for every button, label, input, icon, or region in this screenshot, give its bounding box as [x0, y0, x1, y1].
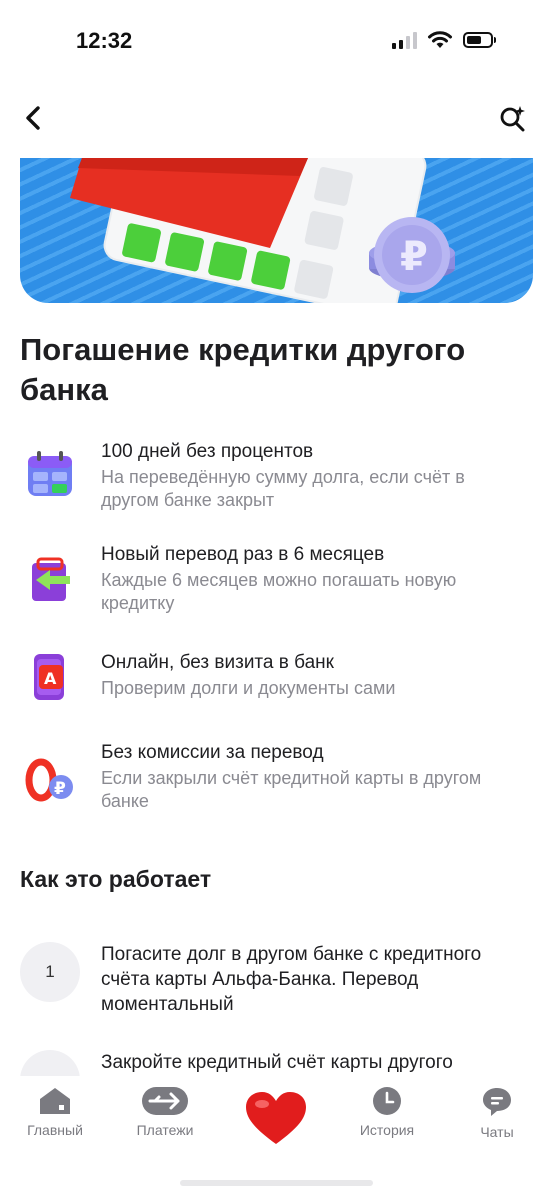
step-text: Погасите долг в другом банке с кредитног… [101, 944, 482, 1015]
feature-description: Если закрыли счёт кредитной карты в друг… [101, 768, 482, 811]
status-bar: 12:32 [0, 0, 553, 80]
search-sparkle-icon [500, 106, 525, 132]
wifi-icon [428, 31, 452, 48]
step-text: Закройте кредитный счёт карты другого [101, 1052, 453, 1073]
feature-description: На переведённую сумму долга, если счёт в… [101, 467, 465, 510]
tab-payments[interactable]: Платежи [115, 1086, 215, 1138]
transfer-icon [142, 1087, 188, 1115]
tab-chats[interactable]: Чаты [447, 1086, 547, 1140]
tab-history[interactable]: История [337, 1086, 437, 1138]
calendar-icon [28, 451, 72, 496]
tab-label: Платежи [136, 1122, 194, 1138]
section-title: Как это работает [20, 866, 212, 892]
heart-icon [246, 1092, 306, 1144]
page-title: Погашение кредитки другого банка [20, 332, 466, 407]
tab-home[interactable]: Главный [5, 1086, 105, 1138]
svg-text:₽: ₽ [400, 234, 428, 280]
tab-favorites[interactable] [226, 1090, 326, 1146]
promo-banner: ₽ [20, 158, 533, 303]
feature-description: Каждые 6 месяцев можно погашать новую кр… [101, 570, 457, 613]
status-icons [392, 30, 496, 50]
credit-card-and-ruble-coin-illustration: ₽ [70, 158, 455, 303]
battery-icon [463, 32, 496, 48]
tab-label: Главный [27, 1122, 83, 1138]
feature-title: 100 дней без процентов [101, 441, 314, 462]
cellular-signal-icon [392, 31, 417, 49]
chevron-left-icon [26, 106, 40, 130]
status-time: 12:32 [76, 28, 133, 53]
home-icon [40, 1088, 70, 1114]
svg-text:₽: ₽ [54, 779, 66, 799]
back-button[interactable] [16, 100, 52, 136]
search-button[interactable] [495, 100, 531, 136]
feature-title: Новый перевод раз в 6 месяцев [101, 544, 385, 565]
transfer-arrow-icon [32, 557, 70, 601]
clock-icon [373, 1087, 401, 1115]
tab-label: История [359, 1122, 415, 1138]
zero-ruble-icon: ₽ [25, 758, 73, 802]
phone-alfa-icon: А [34, 654, 64, 700]
step-number: 1 [20, 942, 80, 1002]
tab-label: Чаты [480, 1124, 514, 1140]
chat-icon [483, 1088, 511, 1116]
feature-description: Проверим долги и документы сами [101, 678, 396, 698]
feature-title: Онлайн, без визита в банк [101, 652, 334, 673]
svg-text:А: А [44, 669, 57, 688]
home-indicator [180, 1180, 373, 1186]
feature-title: Без комиссии за перевод [101, 742, 324, 763]
